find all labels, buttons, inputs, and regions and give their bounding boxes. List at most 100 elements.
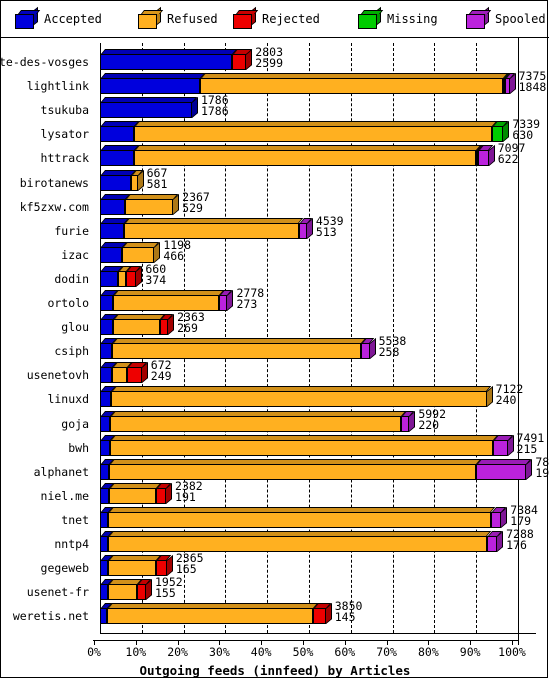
bar-value-secondary: 1786 — [200, 104, 229, 119]
bar-value-secondary: 466 — [163, 248, 185, 263]
bar-segment-spooled — [504, 73, 515, 95]
bar-value-labels: 672 249 — [151, 360, 172, 383]
cube-icon — [466, 6, 492, 29]
bar-segment-accepted — [100, 458, 115, 480]
bar-segment-spooled — [492, 434, 513, 456]
bar-value-secondary: 176 — [506, 538, 527, 552]
bar-end-cap — [154, 241, 161, 263]
bar-end-cap — [246, 48, 253, 70]
bar-segment-accepted — [100, 410, 116, 432]
bar-segment-accepted — [100, 290, 119, 311]
x-tick-label: 50% — [292, 645, 314, 659]
bar-segment-refused — [112, 338, 367, 360]
y-axis-label: ortolo — [47, 296, 89, 310]
bar-value-labels: 7384 179 — [510, 504, 538, 528]
legend-label: Rejected — [262, 12, 320, 26]
x-tick-label: 60% — [334, 645, 356, 659]
x-tick-mark — [344, 640, 346, 645]
bar-segment-refused — [108, 531, 492, 552]
x-tick-mark — [303, 640, 304, 645]
bar-value-labels: 1786 1786 — [200, 94, 229, 119]
bar-value-secondary: 529 — [182, 200, 203, 215]
y-axis-label: httrack — [40, 151, 89, 166]
axis-floor — [93, 640, 518, 641]
y-axis-label: weretis.net — [12, 609, 89, 624]
bar-segment-refused — [112, 314, 165, 336]
bar-value-secondary: 258 — [378, 345, 400, 360]
y-axis-label: goja — [61, 416, 89, 431]
bar-segment-refused — [110, 434, 499, 456]
bar-value-secondary: 220 — [418, 417, 440, 432]
bar-value-labels: 7491 215 — [516, 432, 545, 456]
bar-segment-rejected — [126, 265, 142, 287]
bar-value-labels: 7288 176 — [506, 528, 534, 552]
bar-end-cap — [173, 193, 180, 215]
bar-value-secondary: 2599 — [255, 56, 283, 70]
bar-value-secondary: 191 — [535, 465, 550, 480]
x-tick-label: 30% — [209, 645, 230, 659]
y-axis-label: furie — [54, 223, 89, 238]
cube-icon — [138, 6, 164, 29]
bar-segment-refused — [111, 386, 492, 408]
bar-end-cap — [227, 289, 234, 311]
bar-segment-refused — [200, 73, 509, 95]
bar-value-labels: 2382 191 — [175, 480, 203, 503]
bar-value-labels: 1198 466 — [163, 239, 191, 263]
y-axis-label: lysator — [40, 127, 89, 142]
bar-segment-spooled — [478, 145, 494, 167]
bar-segment-accepted — [100, 49, 237, 70]
y-axis-label: bwh — [68, 440, 89, 455]
x-tick-mark — [470, 640, 472, 645]
bar-segment-refused — [108, 482, 161, 504]
bar-value-secondary: 374 — [145, 272, 167, 287]
x-tick-label: 20% — [167, 645, 188, 659]
bar-end-cap — [497, 530, 504, 552]
y-axis-label: nntp4 — [54, 537, 89, 551]
bar-segment-refused — [112, 290, 225, 311]
bar-value-secondary: 273 — [236, 297, 258, 311]
y-axis-label: dodin — [54, 271, 89, 286]
bar-segment-accepted — [100, 145, 140, 167]
bar-end-cap — [526, 458, 533, 480]
x-tick-mark — [94, 640, 95, 645]
bar-end-cap — [145, 579, 152, 601]
bar-value-secondary: 179 — [510, 513, 532, 528]
bar-end-cap — [486, 386, 493, 408]
y-axis-label: alphanet — [33, 464, 89, 479]
bar-segment-rejected — [231, 49, 252, 70]
y-axis-label: usenet-fr — [26, 585, 89, 600]
bar-value-labels: 7122 240 — [496, 384, 524, 407]
bar-end-cap — [501, 506, 508, 528]
plot-area: bete-des-vosges lightlink tsukuba lysator ht… — [0, 38, 550, 678]
x-tick-label: 40% — [250, 645, 272, 659]
bar-end-cap — [369, 338, 376, 360]
bar-value-labels: 5992 220 — [418, 408, 446, 432]
bar-segment-accepted — [100, 603, 113, 625]
bar-segment-spooled — [490, 506, 507, 528]
bar-value-secondary: 622 — [497, 152, 519, 167]
bar-value-labels: 667 581 — [147, 167, 168, 190]
y-axis-label: lightlink — [26, 79, 89, 94]
bar-segment-accepted — [100, 265, 124, 287]
bar-end-cap — [166, 555, 173, 577]
x-axis-line — [100, 633, 536, 634]
bar-segment-refused — [134, 145, 482, 167]
bar-segment-accepted — [100, 169, 136, 191]
bar-value-secondary: 215 — [516, 441, 538, 456]
bar-segment-rejected — [136, 579, 152, 601]
bar-segment-accepted — [100, 434, 116, 456]
bar-end-cap — [488, 145, 495, 167]
x-tick-mark — [386, 640, 388, 645]
bar-segment-rejected — [159, 314, 174, 336]
bar-segment-accepted — [100, 531, 114, 552]
bar-segment-accepted — [100, 555, 114, 577]
y-axis-label: niel.me — [40, 488, 89, 503]
y-axis-label: tnet — [61, 512, 89, 527]
bar-end-cap — [306, 217, 313, 239]
bar-segment-rejected — [126, 362, 147, 384]
bar-value-labels: 5538 258 — [378, 335, 407, 360]
bar-segment-refused — [111, 362, 132, 384]
bar-segment-accepted — [100, 121, 140, 143]
bar-segment-refused — [109, 458, 482, 480]
bar-segment-spooled — [361, 338, 375, 360]
